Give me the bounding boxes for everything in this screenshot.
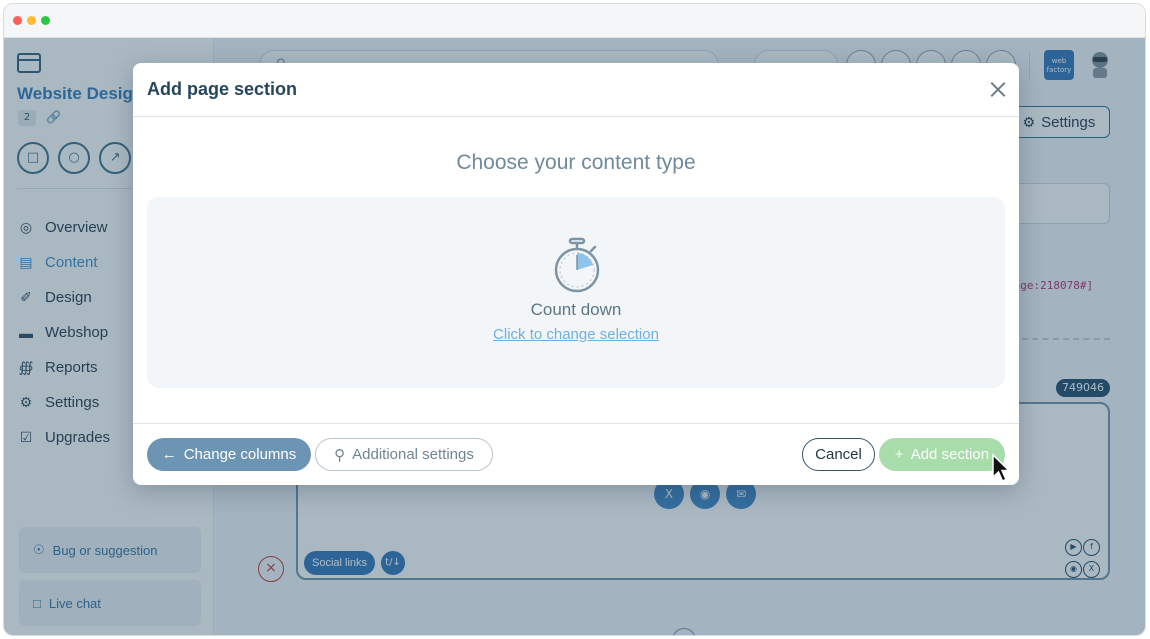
cancel-button[interactable]: Cancel: [802, 438, 875, 471]
change-columns-button[interactable]: ← Change columns: [147, 438, 311, 471]
add-section-label: Add section: [910, 446, 990, 463]
change-selection-link[interactable]: Click to change selection: [147, 326, 1005, 343]
window-titlebar: [4, 4, 1145, 38]
arrow-left-icon: ←: [161, 446, 177, 463]
minimize-window-dot[interactable]: [27, 16, 36, 25]
modal-heading: Choose your content type: [456, 151, 696, 174]
modal-footer: ← Change columns ⚲ Additional settings Can…: [133, 423, 1019, 485]
additional-settings-label: Additional settings: [352, 446, 474, 463]
add-section-button[interactable]: + Add section: [879, 438, 1005, 471]
add-page-section-modal: Add page section Choose your content typ…: [133, 63, 1019, 485]
close-icon[interactable]: [988, 79, 1008, 99]
change-columns-label: Change columns: [183, 446, 297, 463]
modal-title: Add page section: [147, 79, 298, 99]
close-window-dot[interactable]: [13, 16, 22, 25]
stopwatch-icon: [554, 237, 600, 293]
mouse-cursor-icon: [992, 453, 1011, 482]
maximize-window-dot[interactable]: [41, 16, 50, 25]
plus-icon: +: [894, 446, 904, 463]
content-type-card[interactable]: Count down Click to change selection: [147, 197, 1005, 388]
additional-settings-button[interactable]: ⚲ Additional settings: [315, 438, 493, 471]
modal-header: Add page section: [133, 63, 1019, 117]
lock-icon: ⚲: [334, 446, 346, 464]
browser-window: Website Desig 2 🔗 □ ○ ↗ ◎ Overview ▤ Conte…: [3, 3, 1146, 636]
content-type-label: Count down: [530, 300, 622, 319]
